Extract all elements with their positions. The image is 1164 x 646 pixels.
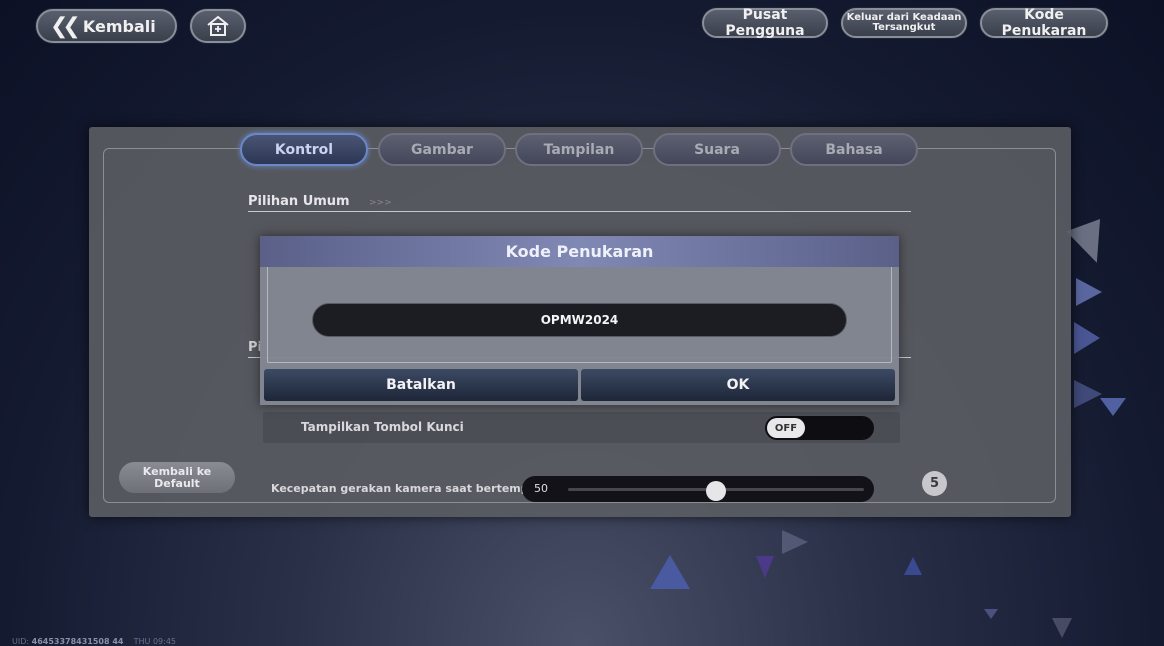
uid-value: 46453378431508 44 <box>31 637 124 646</box>
tab-tampilan[interactable]: Tampilan <box>515 133 643 166</box>
footer-time: THU 09:45 <box>133 637 177 646</box>
redeem-code-input[interactable] <box>312 303 847 337</box>
footer-uid: UID: 46453378431508 44 THU 09:45 <box>12 637 176 646</box>
tab-gambar[interactable]: Gambar <box>378 133 506 166</box>
decor-triangle <box>1066 219 1114 269</box>
decor-triangle <box>984 609 998 619</box>
ok-button[interactable]: OK <box>581 369 895 401</box>
setting-label: Tampilkan Tombol Kunci <box>301 420 464 434</box>
home-icon <box>207 15 229 36</box>
lock-button-toggle[interactable]: OFF <box>765 416 874 440</box>
setting-label: Kecepatan gerakan kamera saat bertempur <box>271 482 542 495</box>
decor-triangle <box>1076 278 1102 306</box>
tab-kontrol[interactable]: Kontrol <box>240 133 368 166</box>
uid-prefix: UID: <box>12 637 30 646</box>
decor-triangle <box>1100 398 1126 416</box>
slider-handle[interactable] <box>706 481 726 501</box>
unstuck-button[interactable]: Keluar dari Keadaan Tersangkut <box>841 8 967 38</box>
reset-default-button[interactable]: Kembali ke Default <box>119 462 235 493</box>
decor-triangle <box>756 556 774 578</box>
cancel-button[interactable]: Batalkan <box>264 369 578 401</box>
decor-triangle <box>1074 380 1102 408</box>
back-button[interactable]: ❮❮ Kembali <box>36 9 177 43</box>
setting-row-camera-speed: Kecepatan gerakan kamera saat bertempur … <box>263 474 900 502</box>
tab-bahasa[interactable]: Bahasa <box>790 133 918 166</box>
section-arrows: >>> <box>369 198 392 208</box>
camera-speed-slider[interactable]: 50 <box>522 476 874 502</box>
section-title-general: Pilihan Umum <box>248 194 350 209</box>
decor-triangle <box>904 557 922 575</box>
redeem-code-dialog: Kode Penukaran Batalkan OK <box>260 236 899 405</box>
back-button-label: Kembali <box>82 16 156 36</box>
setting-row-lock-button: Tampilkan Tombol Kunci OFF <box>263 412 900 443</box>
decor-triangle <box>1074 322 1100 354</box>
hint-badge[interactable]: 5 <box>922 471 947 496</box>
decor-triangle <box>1052 618 1072 638</box>
user-center-button[interactable]: Pusat Pengguna <box>702 7 828 39</box>
decor-triangle <box>650 555 690 589</box>
toggle-knob: OFF <box>767 418 805 438</box>
slider-value: 50 <box>534 482 548 495</box>
section-divider <box>248 211 911 212</box>
home-button[interactable] <box>190 9 246 43</box>
back-arrow-icon: ❮❮ <box>50 13 81 39</box>
dialog-title: Kode Penukaran <box>260 236 899 267</box>
decor-triangle <box>782 530 808 554</box>
redeem-code-button[interactable]: Kode Penukaran <box>980 7 1108 39</box>
tab-suara[interactable]: Suara <box>653 133 781 166</box>
